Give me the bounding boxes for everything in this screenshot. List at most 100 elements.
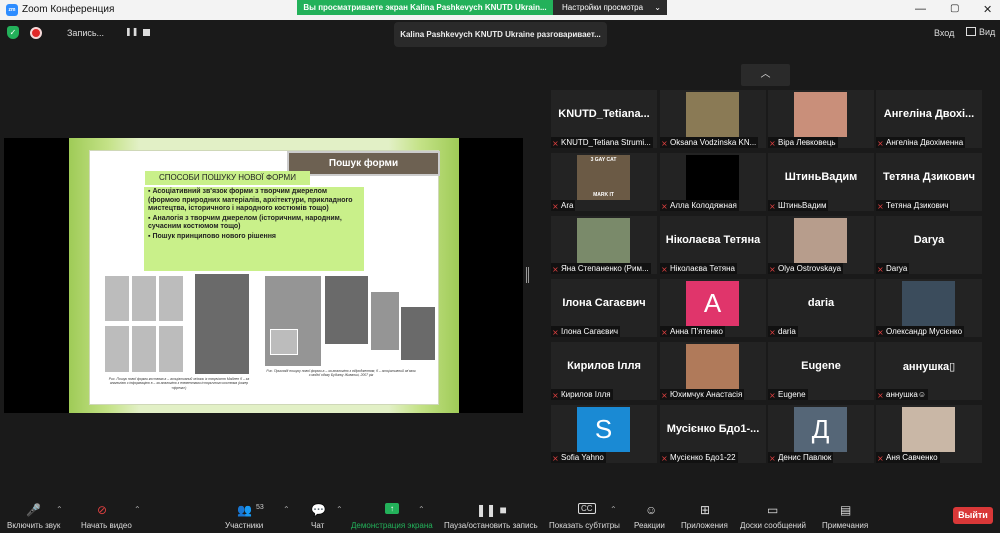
participant-tile[interactable]: 3 GAY CAT MARK IT ⨯ Ara <box>551 153 657 211</box>
apps-icon[interactable]: ⊞ <box>700 503 710 517</box>
share-screen-icon[interactable]: ↑ <box>385 503 399 514</box>
slide-image <box>158 275 184 322</box>
participant-tile[interactable]: Д ⨯ Денис Павлюк <box>768 405 874 463</box>
participant-name-label: ⨯ аннушка☺ <box>876 389 928 400</box>
participants-icon[interactable]: 👥 <box>237 503 252 517</box>
whiteboards-button[interactable]: Доски сообщений <box>740 521 806 530</box>
captions-icon[interactable]: CC <box>578 503 596 514</box>
mic-muted-icon: ⨯ <box>877 265 884 274</box>
participant-tile[interactable]: Тетяна Дзикович ⨯ Тетяна Дзикович <box>876 153 982 211</box>
participant-tile[interactable]: ⨯ Oksana Vodzinska KN... <box>660 90 766 148</box>
participant-tile[interactable]: Ангеліна Двохі... ⨯ Ангеліна Двохіменна <box>876 90 982 148</box>
mic-muted-icon: ⨯ <box>552 328 559 337</box>
participant-name: Olya Ostrovskaya <box>778 264 842 273</box>
participant-display-name: daria <box>807 297 835 309</box>
apps-button[interactable]: Приложения <box>681 521 728 530</box>
participant-name: Анна П'ятенко <box>670 327 723 336</box>
slide-image <box>131 275 157 322</box>
participant-tile[interactable]: аннушка▯ ⨯ аннушка☺ <box>876 342 982 400</box>
participant-name: Sofia Yahno <box>561 453 604 462</box>
participant-tile[interactable]: Кирилов Ілля ⨯ Кирилов Ілля <box>551 342 657 400</box>
participant-name-label: ⨯ Олександр Мусієнко <box>876 326 965 337</box>
recording-label: Запись... <box>67 28 105 38</box>
participants-count: 53 <box>256 504 264 511</box>
recording-icon <box>30 27 42 39</box>
participant-tile[interactable]: A ⨯ Анна П'ятенко <box>660 279 766 337</box>
mic-muted-icon: ⨯ <box>661 328 668 337</box>
chat-icon[interactable]: 💬 <box>311 503 326 517</box>
participant-tile[interactable]: ⨯ Аня Савченко <box>876 405 982 463</box>
participant-tile[interactable]: ⨯ Алла Колодяжная <box>660 153 766 211</box>
chevron-up-icon[interactable]: ⌃ <box>610 505 617 514</box>
maximize-icon[interactable]: ▢ <box>950 3 959 14</box>
mic-muted-icon: ⨯ <box>552 454 559 463</box>
pause-recording-icon[interactable]: ❚❚ <box>125 27 138 36</box>
participant-display-name: Мусієнко Бдо1-... <box>666 423 760 435</box>
video-button[interactable]: Начать видео <box>81 521 132 530</box>
chevron-up-icon[interactable]: ⌃ <box>134 505 141 514</box>
pause-stop-recording-icon[interactable]: ❚❚ ■ <box>476 503 507 517</box>
chevron-up-icon[interactable]: ⌃ <box>56 505 63 514</box>
participant-tile[interactable]: ⨯ Олександр Мусієнко <box>876 279 982 337</box>
slide-heading: СПОСОБИ ПОШУКУ НОВОЇ ФОРМИ <box>145 171 310 185</box>
chevron-up-icon[interactable]: ⌃ <box>283 505 290 514</box>
participant-tile[interactable]: Eugene ⨯ Eugene <box>768 342 874 400</box>
leave-button[interactable]: Выйти <box>953 507 993 524</box>
participant-name: Яна Степаненко (Рим... <box>561 264 649 273</box>
participant-name-label: ⨯ Аня Савченко <box>876 452 940 463</box>
slide-bullets: Асоціативний зв'язок форми з творчим дже… <box>144 187 364 271</box>
participant-tile[interactable]: KNUTD_Tetiana... ⨯ KNUTD_Tetiana Strumi... <box>551 90 657 148</box>
whiteboard-icon[interactable]: ▭ <box>767 503 778 517</box>
chevron-up-icon[interactable]: ⌃ <box>336 505 343 514</box>
participant-tile[interactable]: Мусієнко Бдо1-... ⨯ Мусієнко Бдо1-22 <box>660 405 766 463</box>
participant-tile[interactable]: daria ⨯ daria <box>768 279 874 337</box>
mic-muted-icon: ⨯ <box>769 265 776 274</box>
view-options-dropdown[interactable]: Настройки просмотра ⌄ <box>553 0 667 15</box>
resize-handle[interactable] <box>526 267 529 283</box>
participant-name-label: ⨯ Olya Ostrovskaya <box>768 263 844 274</box>
mic-muted-icon: ⨯ <box>661 202 668 211</box>
captions-button[interactable]: Показать субтитры <box>549 521 620 530</box>
minimize-icon[interactable]: — <box>915 3 926 15</box>
enter-button[interactable]: Вход <box>934 28 954 38</box>
participant-tile[interactable]: ⨯ Яна Степаненко (Рим... <box>551 216 657 274</box>
slide-content: Пошук форми СПОСОБИ ПОШУКУ НОВОЇ ФОРМИ А… <box>89 150 440 405</box>
participant-tile[interactable]: ⨯ Olya Ostrovskaya <box>768 216 874 274</box>
participant-name: Ангеліна Двохіменна <box>886 138 964 147</box>
stop-recording-icon[interactable] <box>143 29 150 36</box>
mute-button[interactable]: Включить звук <box>7 521 60 530</box>
chat-button[interactable]: Чат <box>311 521 324 530</box>
slide-image <box>104 275 130 322</box>
mic-muted-icon: ⨯ <box>661 391 668 400</box>
participant-tile[interactable]: ⨯ Віра Левковець <box>768 90 874 148</box>
participants-button[interactable]: Участники <box>225 521 263 530</box>
participant-tile[interactable]: S ⨯ Sofia Yahno <box>551 405 657 463</box>
participant-name: Мусієнко Бдо1-22 <box>670 453 736 462</box>
chevron-up-icon[interactable]: ⌃ <box>418 505 425 514</box>
notes-button[interactable]: Примечания <box>822 521 868 530</box>
participant-tile[interactable]: ШтиньВадим ⨯ ШтиньВадим <box>768 153 874 211</box>
participant-avatar: S <box>577 407 630 452</box>
video-off-icon[interactable]: ⊘ <box>97 503 107 517</box>
security-shield-icon[interactable]: ✓ <box>7 26 19 39</box>
participant-tile[interactable]: Darya ⨯ Darya <box>876 216 982 274</box>
participant-tile[interactable]: Ніколаєва Тетяна ⨯ Ніколаєва Тетяна <box>660 216 766 274</box>
share-banner: Вы просматриваете экран Kalina Pashkevyc… <box>297 0 553 15</box>
reactions-button[interactable]: Реакции <box>634 521 665 530</box>
gallery-scroll-up-button[interactable]: ︿ <box>741 64 790 86</box>
reactions-icon[interactable]: ☺ <box>645 503 657 517</box>
pause-recording-button[interactable]: Пауза/остановить запись <box>444 521 538 530</box>
close-icon[interactable]: ✕ <box>983 3 992 16</box>
participant-tile[interactable]: Ілона Сагаєвич ⨯ Ілона Сагаєвич <box>551 279 657 337</box>
participant-video <box>686 92 739 137</box>
participant-tile[interactable]: ⨯ Юхимчук Анастасія <box>660 342 766 400</box>
chevron-down-icon: ⌄ <box>654 3 661 12</box>
participant-avatar: Д <box>794 407 847 452</box>
mic-muted-icon[interactable]: 🎤 <box>26 503 41 517</box>
notes-icon[interactable]: ▤ <box>840 503 851 517</box>
share-screen-button[interactable]: Демонстрация экрана <box>351 521 433 530</box>
view-button[interactable]: Вид <box>966 27 995 37</box>
slide-image <box>370 291 400 351</box>
participant-video <box>686 344 739 389</box>
participant-video <box>902 281 955 326</box>
